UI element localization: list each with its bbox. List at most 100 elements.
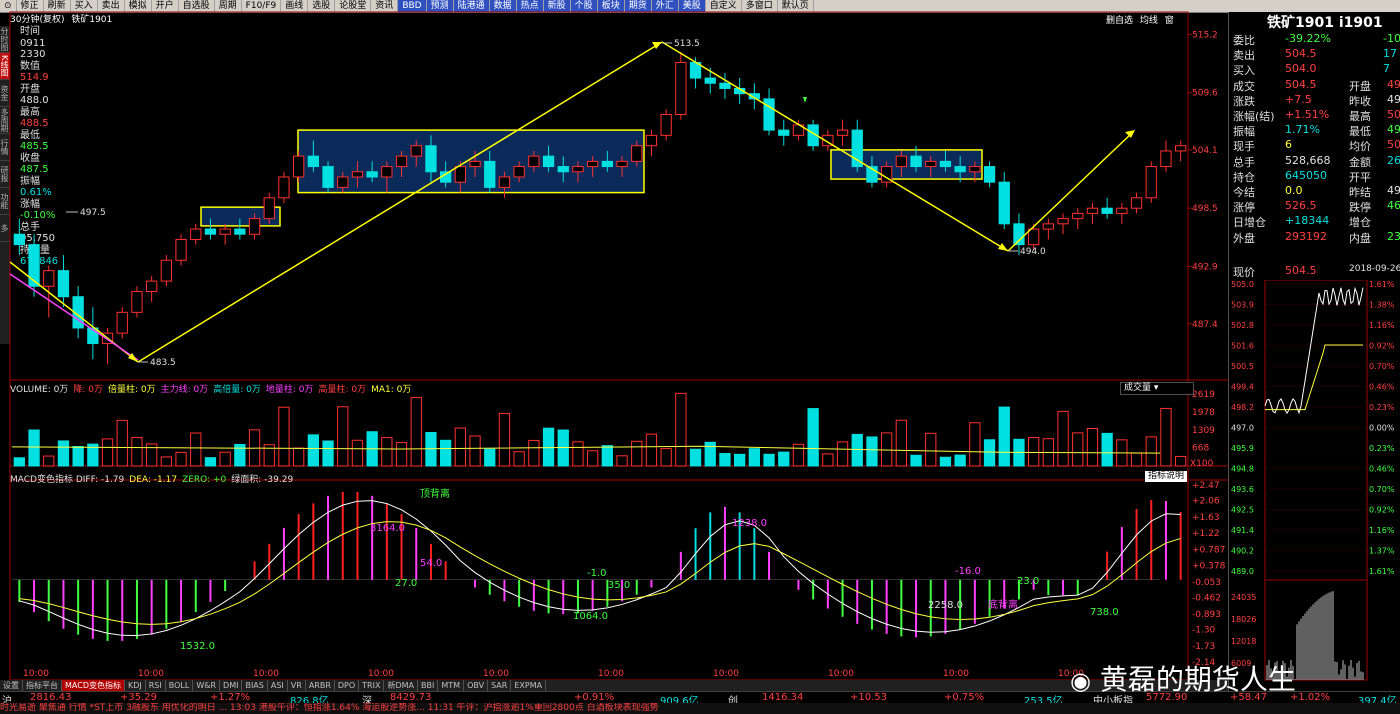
quote-row: 总手 528,668 金额 265.3 xyxy=(1231,154,1400,169)
volume-indicator-select[interactable]: 成交量 ▾ xyxy=(1120,382,1194,395)
volume-bar xyxy=(954,454,966,467)
candle xyxy=(1028,223,1040,250)
news-ticker[interactable]: 时光易逝 聚焦通 行情 *ST上市 3融股东 用优化的明日 ... 13:03 … xyxy=(0,703,1400,714)
volume-bar xyxy=(763,453,775,467)
trend-line[interactable] xyxy=(661,41,1009,252)
quote-cell: 最低 xyxy=(1349,125,1371,138)
trend-line[interactable] xyxy=(137,41,663,363)
volume-bar xyxy=(484,448,496,467)
candle xyxy=(778,119,790,146)
indicator-tab-16[interactable]: MTM xyxy=(438,680,465,691)
volume-bar xyxy=(57,440,70,467)
spot-date: 2018-09-26 xyxy=(1349,264,1400,274)
macd-annotation: 1532.0 xyxy=(180,641,215,652)
quote-row: 涨停 526.5 跌停 46 xyxy=(1231,199,1400,214)
indicator-tab-7[interactable]: DMI xyxy=(220,680,243,691)
indicator-tab-19[interactable]: EXPMA xyxy=(511,680,547,691)
quote-cell: 今结 xyxy=(1233,186,1255,199)
mini-price-label: 501.6 xyxy=(1231,342,1254,351)
main-chart-area[interactable]: 515.2 509.6 504.1 498.5 492.9 487.4 513.5 483.5… xyxy=(0,0,1228,680)
macd-header: MACD变色指标 DIFF: -1.79 DEA: -1.17 ZERO: +0 绿面… xyxy=(10,472,298,485)
volume-bar xyxy=(792,443,805,467)
sme-percent: +1.02% xyxy=(1290,692,1331,703)
instrument-title: 铁矿1901 i1901 xyxy=(1267,15,1383,31)
candle xyxy=(836,119,849,146)
spot-price-row: 现价 504.5 2018-09-26 xyxy=(1231,264,1400,279)
indicator-tab-1[interactable]: 指标平台 xyxy=(23,680,62,691)
candle xyxy=(1175,140,1187,162)
mini-price-label: 497.0 xyxy=(1231,424,1254,433)
volume-bar xyxy=(116,419,128,467)
volume-bar xyxy=(866,436,878,467)
volume-bar xyxy=(395,442,408,467)
candle xyxy=(116,307,128,339)
macd-annotation: 54.0 xyxy=(420,558,442,569)
time-axis-label: 10:00 xyxy=(23,669,49,679)
quote-cell: 526.5 xyxy=(1285,199,1317,212)
quote-cell: 最高 xyxy=(1349,110,1371,123)
header-item: 降: 0万 xyxy=(73,385,103,395)
volume-bar xyxy=(43,455,55,467)
indicator-tab-6[interactable]: W&R xyxy=(193,680,221,691)
indicator-tab-2[interactable]: MACD变色指标 xyxy=(62,680,125,691)
quote-cell: 卖出 xyxy=(1233,49,1255,62)
candle xyxy=(660,109,672,141)
indicator-tab-12[interactable]: DPO xyxy=(335,680,360,691)
quote-cell: 504.5 xyxy=(1285,78,1317,91)
header-item: DEA: -1.17 xyxy=(129,475,178,485)
quote-cell: -10 xyxy=(1383,32,1400,45)
candle xyxy=(763,88,775,136)
candle xyxy=(131,286,143,318)
indicator-tab-5[interactable]: BOLL xyxy=(166,680,194,691)
indicator-tab-8[interactable]: BIAS xyxy=(242,680,268,691)
quote-cell: 昨收 xyxy=(1349,95,1371,108)
quote-cell: 昨结 xyxy=(1349,186,1371,199)
indicator-tab-15[interactable]: BBI xyxy=(418,680,439,691)
intraday-mini-chart[interactable]: 505.0 1.61% 503.9 1.38% 502.8 1.16% 501.6 0.92%… xyxy=(1229,280,1400,690)
volume-bar xyxy=(351,439,364,467)
volume-axis-label: 1978 xyxy=(1192,408,1215,418)
spot-label: 现价 xyxy=(1233,266,1255,279)
header-item: 高倍量: 0万 xyxy=(213,385,261,395)
volume-bar xyxy=(307,434,319,467)
quote-row: 外盘 293192 内盘 2354 xyxy=(1231,230,1400,245)
indicator-tab-18[interactable]: SAR xyxy=(488,680,512,691)
price-toolbar: 删自选 均线 窗 xyxy=(1106,13,1174,26)
volume-bar xyxy=(748,448,760,467)
window-button[interactable]: 窗 xyxy=(1165,16,1174,26)
quote-cell: 645050 xyxy=(1285,169,1327,182)
indicator-tab-17[interactable]: OBV xyxy=(464,680,489,691)
macd-axis-label: -1.73 xyxy=(1192,642,1215,652)
quote-cell: 金额 xyxy=(1349,156,1371,169)
indicator-tab-14[interactable]: 新DMA xyxy=(384,680,419,691)
indicator-tab-13[interactable]: TRIX xyxy=(359,680,385,691)
volume-bar xyxy=(895,419,907,467)
indicator-tab-9[interactable]: ASI xyxy=(268,680,288,691)
ma-toggle-button[interactable]: 均线 xyxy=(1140,16,1158,26)
indicator-tab-4[interactable]: RSI xyxy=(146,680,166,691)
mini-pct-label: 0.70% xyxy=(1369,485,1395,494)
header-item: 高量柱: 0万 xyxy=(318,385,367,395)
delete-favorite-button[interactable]: 删自选 xyxy=(1106,16,1133,26)
indicator-help-button[interactable]: 指标说明 xyxy=(1145,471,1188,482)
volume-bar xyxy=(13,457,25,467)
mid-low-price-label: 494.0 xyxy=(1020,247,1046,257)
price-axis-label: 509.6 xyxy=(1192,89,1218,99)
arrow-head xyxy=(998,243,1008,251)
indicator-tab-0[interactable]: 设置 xyxy=(0,680,23,691)
header-item: 地量柱: 0万 xyxy=(265,385,314,395)
mini-price-label: 492.5 xyxy=(1231,506,1254,515)
mini-pct-label: 1.16% xyxy=(1369,321,1395,330)
indicator-tab-3[interactable]: KDJ xyxy=(125,680,146,691)
low-price-label: 483.5 xyxy=(150,358,176,368)
volume-bar xyxy=(689,448,702,467)
candle xyxy=(87,307,99,360)
indicator-tab-11[interactable]: ARBR xyxy=(306,680,335,691)
trend-line[interactable] xyxy=(1007,131,1134,252)
volume-bar xyxy=(983,439,996,467)
candle xyxy=(719,72,731,99)
indicator-tab-10[interactable]: VR xyxy=(288,680,306,691)
volume-bar xyxy=(528,439,540,467)
quote-cell: 46 xyxy=(1387,199,1400,212)
quote-cell: 日增仓 xyxy=(1233,216,1266,229)
